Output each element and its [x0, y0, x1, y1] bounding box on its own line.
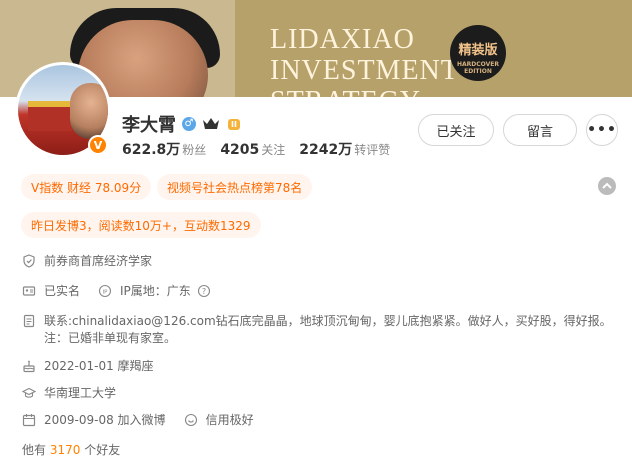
message-button[interactable]: 留言: [503, 114, 577, 146]
stat-following[interactable]: 4205 关注: [220, 139, 285, 158]
info-title: 前券商首席经济学家: [22, 253, 152, 270]
crown-icon[interactable]: [202, 117, 222, 131]
ip-location-icon: IP: [98, 284, 112, 298]
graduation-cap-icon: [22, 386, 36, 400]
user-name: 李大霄: [122, 115, 176, 136]
help-icon[interactable]: ?: [197, 284, 211, 298]
profile-card: V 李大霄 ♂ II 622.8万 粉丝 4205 关注 2242万 转评赞 已关注 …: [0, 62, 632, 458]
id-card-icon: [22, 284, 36, 298]
video-hot-rank-tag[interactable]: 视频号社会热点榜第78名: [157, 174, 313, 200]
info-school: 华南理工大学: [22, 385, 116, 402]
name-row: 李大霄 ♂ II: [122, 111, 240, 137]
info-bio: 联系:chinalidaxiao@126.com钻石底完晶晶，地球顶沉甸甸，婴儿…: [22, 313, 622, 347]
birthday-cake-icon: [22, 359, 36, 373]
hardcover-seal: 精装版 HARDCOVER EDITION: [450, 25, 506, 81]
v-index-tag[interactable]: V指数 财经 78.09分: [21, 174, 152, 200]
daily-activity-tag[interactable]: 昨日发博3，阅读数10万+，互动数1329: [21, 212, 261, 238]
stats: 622.8万 粉丝 4205 关注 2242万 转评赞: [122, 139, 390, 159]
info-realname-ip: 已实名 IP IP属地：广东 ?: [22, 283, 219, 300]
credit-icon: [184, 413, 198, 427]
svg-text:IP: IP: [103, 289, 109, 295]
info-birthday: 2022-01-01 摩羯座: [22, 358, 154, 375]
cover-title: LIDAXIAO INVESTMENT STRATEGY: [270, 24, 459, 100]
svg-text:?: ?: [202, 287, 206, 296]
more-options-button[interactable]: •••: [586, 114, 618, 146]
member-level-badge[interactable]: II: [228, 118, 240, 130]
friends-count[interactable]: 他有 3170 个好友: [22, 441, 120, 458]
info-joined-credit: 2009-09-08 加入微博 信用极好: [22, 412, 254, 429]
male-gender-icon: ♂: [182, 117, 196, 131]
verified-badge-icon: V: [88, 135, 108, 155]
stat-fans[interactable]: 622.8万 粉丝: [122, 139, 206, 159]
calendar-icon: [22, 413, 36, 427]
followed-button[interactable]: 已关注: [418, 114, 494, 146]
collapse-icon[interactable]: [598, 177, 616, 195]
stat-reposts-likes: 2242万 转评赞: [299, 142, 391, 158]
document-icon: [22, 314, 36, 328]
shield-icon: [22, 254, 36, 268]
